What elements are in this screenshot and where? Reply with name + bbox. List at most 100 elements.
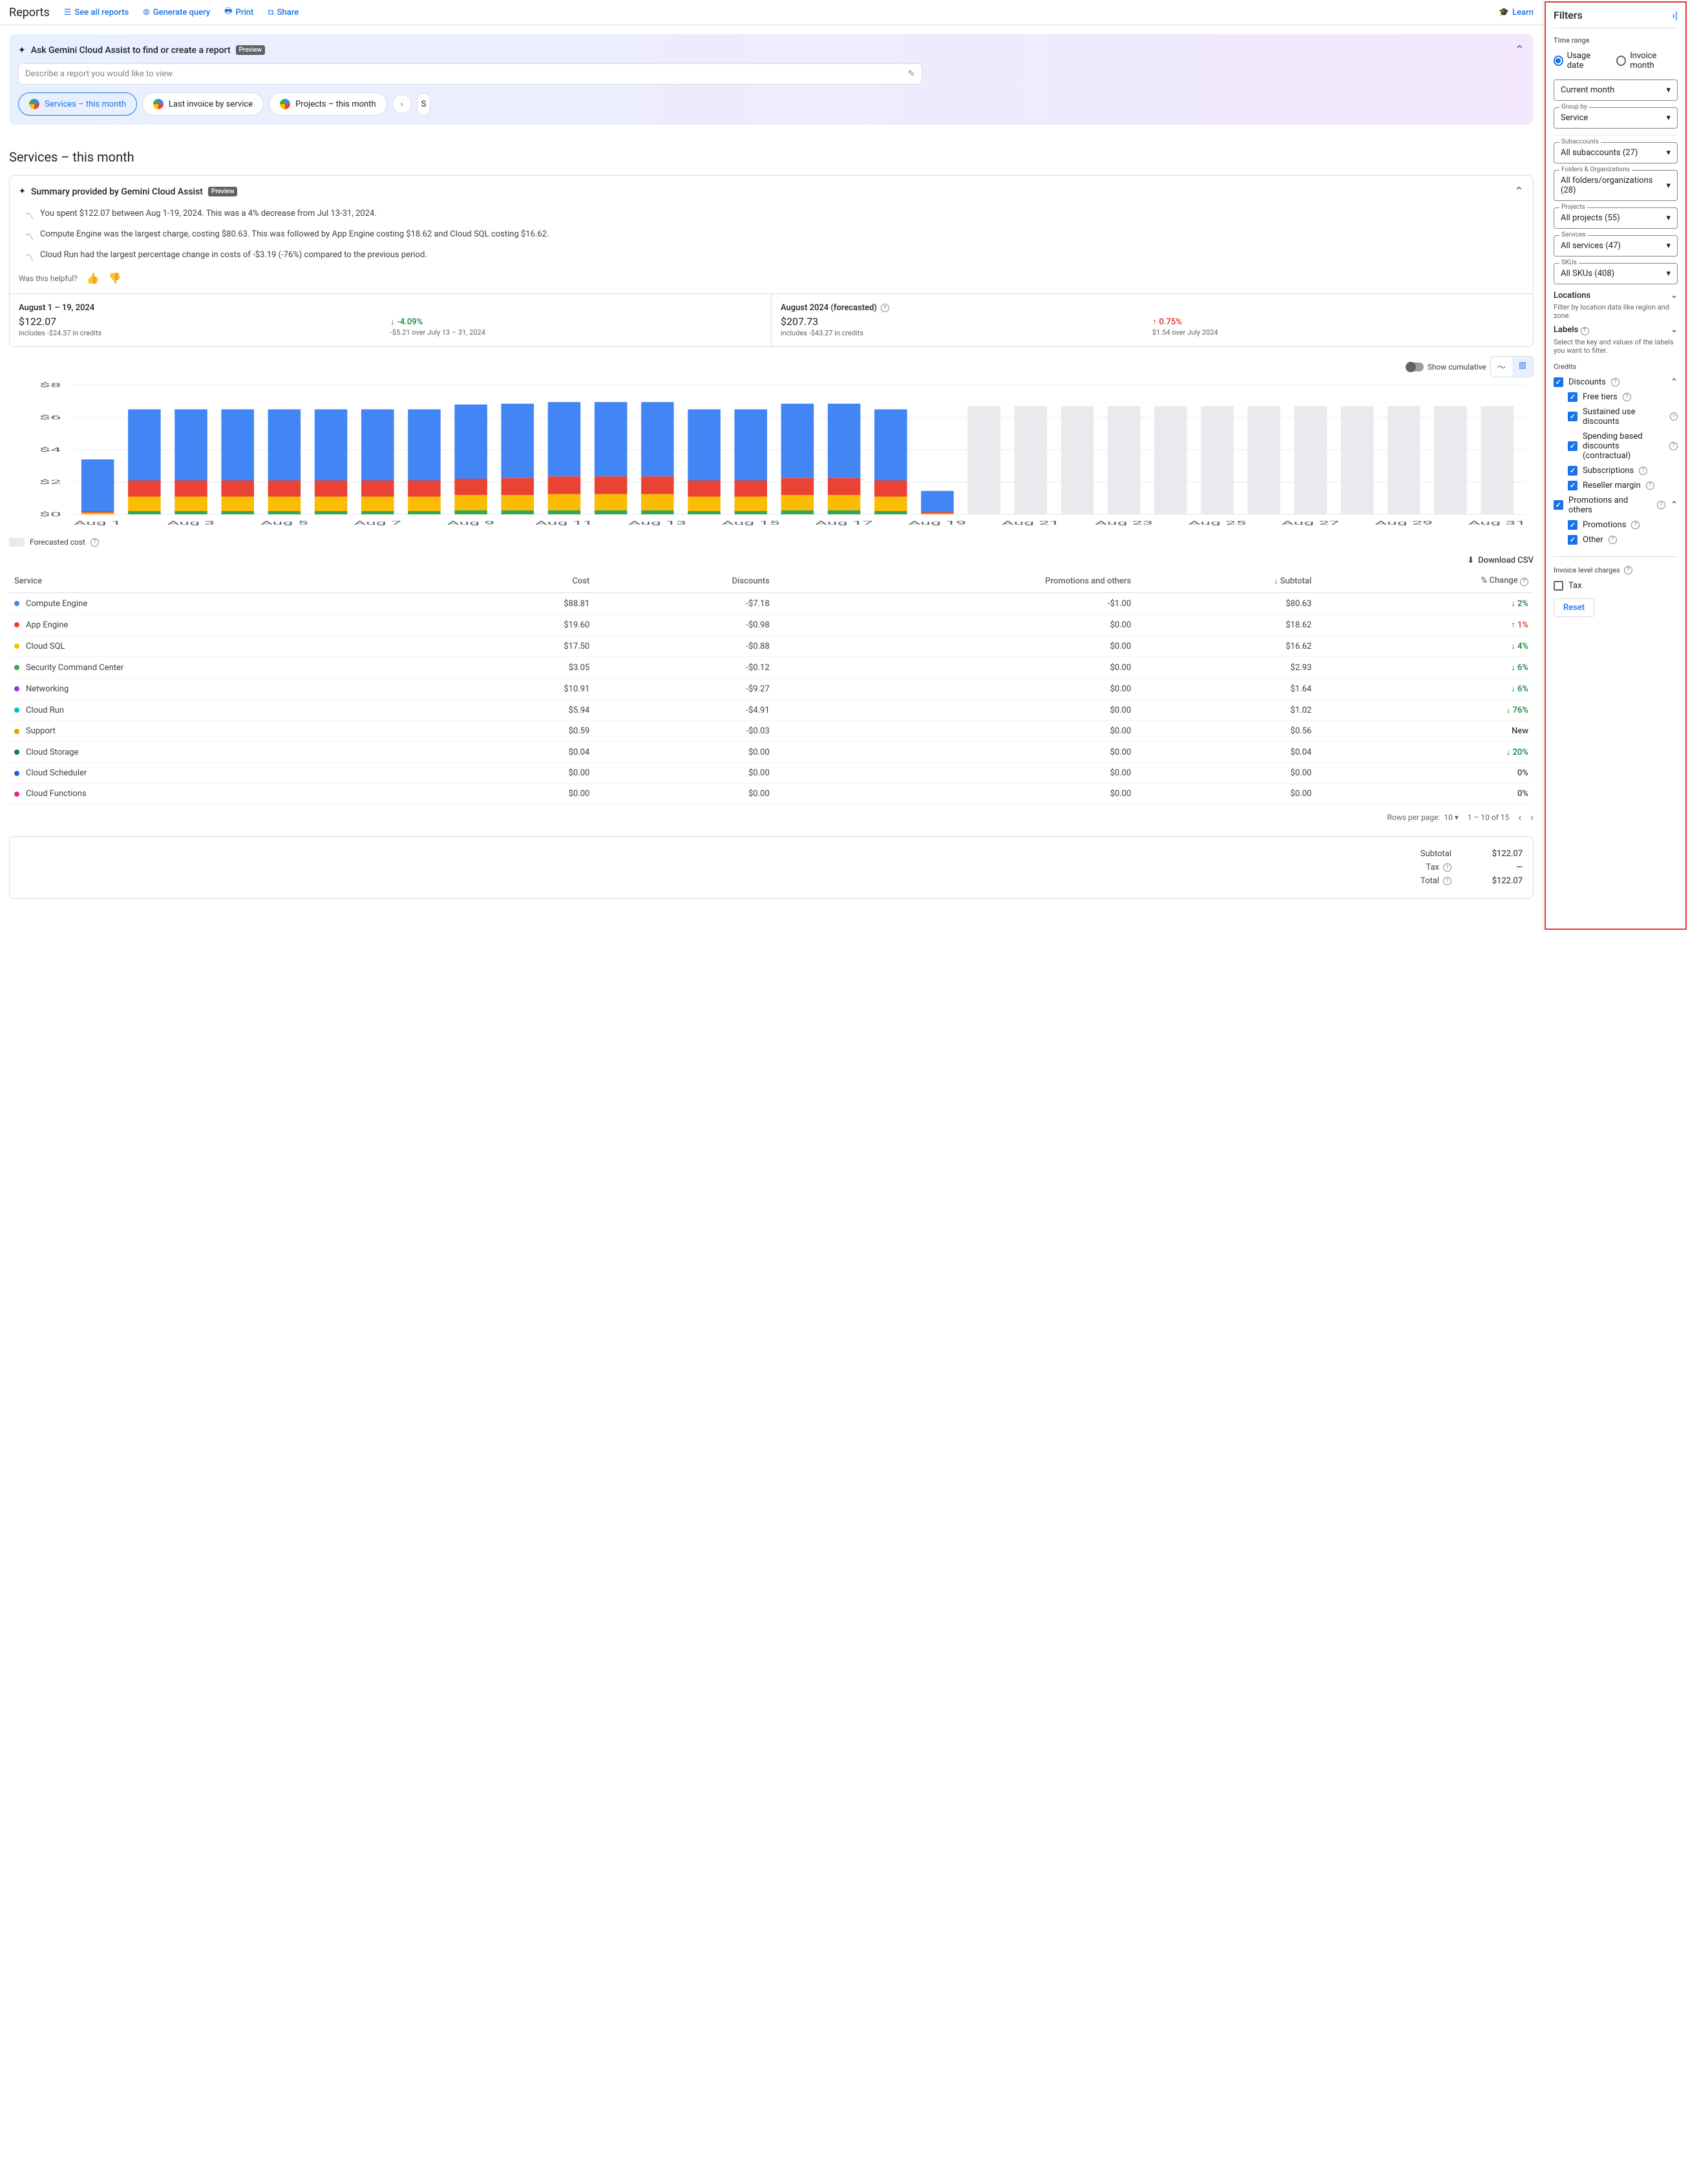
table-row[interactable]: Cloud Storage $0.04$0.00$0.00$0.04 ↓ 20% bbox=[9, 742, 1534, 763]
chip-partial[interactable]: S bbox=[417, 93, 431, 116]
thumbs-down-icon[interactable]: 👎 bbox=[109, 272, 121, 284]
rows-per-page-select[interactable]: 10 ▾ bbox=[1444, 813, 1459, 822]
help-icon[interactable]: ? bbox=[1443, 863, 1451, 872]
chevron-down-icon[interactable]: ⌄ bbox=[1671, 325, 1678, 335]
locations-heading[interactable]: Locations bbox=[1554, 291, 1590, 300]
tax-check[interactable]: Tax bbox=[1554, 578, 1678, 593]
prev-page-button[interactable]: ‹ bbox=[1518, 811, 1521, 823]
free-tiers-check[interactable]: Free tiers ? bbox=[1554, 390, 1678, 404]
time-range-select[interactable]: Current month▾ bbox=[1554, 79, 1678, 101]
group-by-select[interactable]: Group byService▾ bbox=[1554, 107, 1678, 129]
help-icon[interactable]: ? bbox=[1669, 442, 1678, 450]
subtotal-label: Subtotal bbox=[1393, 849, 1451, 859]
svg-text:$4: $4 bbox=[39, 446, 62, 453]
collapse-icon[interactable]: ⌃ bbox=[1515, 43, 1524, 57]
svg-text:Aug 15: Aug 15 bbox=[722, 520, 780, 526]
help-icon[interactable]: ? bbox=[1646, 481, 1654, 490]
usage-date-radio[interactable]: Usage date bbox=[1554, 48, 1605, 73]
table-header[interactable]: Service bbox=[9, 569, 459, 593]
line-chart-button[interactable]: 〜 bbox=[1491, 357, 1512, 377]
bar-chart-button[interactable]: ▥ bbox=[1512, 357, 1533, 377]
generate-query-link[interactable]: ⦾ Generate query bbox=[143, 8, 210, 17]
subaccounts-select[interactable]: SubaccountsAll subaccounts (27)▾ bbox=[1554, 142, 1678, 163]
help-icon[interactable]: ? bbox=[1624, 566, 1632, 574]
help-icon[interactable]: ? bbox=[90, 538, 99, 547]
help-icon[interactable]: ? bbox=[1609, 536, 1617, 544]
help-icon[interactable]: ? bbox=[1631, 521, 1640, 529]
chip-last-invoice[interactable]: Last invoice by service bbox=[142, 92, 264, 116]
gemini-prompt-input[interactable]: Describe a report you would like to view… bbox=[18, 63, 922, 85]
help-icon[interactable]: ? bbox=[1639, 467, 1647, 475]
invoice-month-radio[interactable]: Invoice month bbox=[1616, 48, 1678, 73]
see-all-reports-link[interactable]: ☰ See all reports bbox=[64, 8, 129, 17]
promotions-others-check[interactable]: Promotions and others ?⌃ bbox=[1554, 493, 1678, 518]
svg-text:Aug 1: Aug 1 bbox=[74, 520, 121, 526]
help-icon[interactable]: ? bbox=[1443, 877, 1451, 885]
chip-projects-this-month[interactable]: Projects – this month bbox=[269, 92, 387, 116]
reseller-check[interactable]: Reseller margin ? bbox=[1554, 478, 1678, 493]
table-header[interactable]: Promotions and others bbox=[775, 569, 1136, 593]
trend-icon: 〽 bbox=[25, 230, 34, 242]
table-row[interactable]: Networking $10.91-$9.27$0.00$1.64 ↓ 6% bbox=[9, 678, 1534, 700]
report-title: Services – this month bbox=[9, 149, 1534, 165]
table-row[interactable]: Cloud Run $5.94-$4.91$0.00$1.02 ↓ 76% bbox=[9, 700, 1534, 721]
table-header[interactable]: Discounts bbox=[595, 569, 774, 593]
discounts-check[interactable]: Discounts ?⌃ bbox=[1554, 375, 1678, 390]
help-icon[interactable]: ? bbox=[1657, 501, 1665, 509]
table-header[interactable]: % Change ? bbox=[1316, 569, 1534, 593]
summary-item: You spent $122.07 between Aug 1-19, 2024… bbox=[40, 209, 377, 222]
labels-heading[interactable]: Labels ? bbox=[1554, 325, 1589, 335]
chip-scroll-right[interactable]: › bbox=[392, 94, 412, 114]
google-logo-icon bbox=[280, 99, 290, 109]
reset-button[interactable]: Reset bbox=[1554, 598, 1594, 617]
services-table: ServiceCostDiscountsPromotions and other… bbox=[9, 569, 1534, 804]
next-page-button[interactable]: › bbox=[1530, 811, 1534, 823]
table-row[interactable]: Support $0.59-$0.03$0.00$0.56 New bbox=[9, 721, 1534, 742]
table-header[interactable]: Cost bbox=[459, 569, 595, 593]
services-select[interactable]: ServicesAll services (47)▾ bbox=[1554, 235, 1678, 257]
folders-select[interactable]: Folders & OrganizationsAll folders/organ… bbox=[1554, 170, 1678, 201]
help-icon[interactable]: ? bbox=[1611, 378, 1619, 386]
help-icon[interactable]: ? bbox=[1670, 412, 1678, 421]
chevron-up-icon[interactable]: ⌃ bbox=[1671, 500, 1678, 510]
chip-services-this-month[interactable]: Services – this month bbox=[18, 92, 137, 116]
spending-check[interactable]: Spending based discounts (contractual) ? bbox=[1554, 429, 1678, 463]
google-logo-icon bbox=[153, 99, 164, 109]
table-row[interactable]: Cloud SQL $17.50-$0.88$0.00$16.62 ↓ 4% bbox=[9, 636, 1534, 657]
table-row[interactable]: Cloud Scheduler $0.00$0.00$0.00$0.00 0% bbox=[9, 763, 1534, 784]
current-value: $122.07 bbox=[19, 315, 390, 328]
print-link[interactable]: 🖶 Print bbox=[224, 5, 253, 19]
pencil-icon: ✎ bbox=[908, 69, 915, 79]
learn-link[interactable]: 🎓 Learn bbox=[1499, 8, 1534, 17]
projects-select[interactable]: ProjectsAll projects (55)▾ bbox=[1554, 207, 1678, 229]
cumulative-toggle[interactable]: Show cumulative bbox=[1407, 362, 1486, 372]
collapse-icon[interactable]: ⌃ bbox=[1514, 185, 1524, 198]
table-row[interactable]: Security Command Center $3.05-$0.12$0.00… bbox=[9, 657, 1534, 678]
promotions-check[interactable]: Promotions ? bbox=[1554, 518, 1678, 532]
chevron-down-icon: ▾ bbox=[1666, 213, 1671, 223]
credits-label: Credits bbox=[1554, 362, 1678, 371]
share-link[interactable]: ⧉ Share bbox=[268, 8, 299, 17]
thumbs-up-icon[interactable]: 👍 bbox=[87, 272, 100, 284]
chevron-down-icon: ▾ bbox=[1666, 241, 1671, 251]
sustained-check[interactable]: Sustained use discounts ? bbox=[1554, 404, 1678, 429]
chevron-up-icon[interactable]: ⌃ bbox=[1671, 377, 1678, 387]
table-row[interactable]: App Engine $19.60-$0.98$0.00$18.62 ↑ 1% bbox=[9, 614, 1534, 636]
table-header[interactable]: ↓ Subtotal bbox=[1136, 569, 1316, 593]
subscriptions-check[interactable]: Subscriptions ? bbox=[1554, 463, 1678, 478]
other-check[interactable]: Other ? bbox=[1554, 532, 1678, 547]
forecast-range: August 2024 (forecasted) ? bbox=[781, 303, 1152, 313]
trend-icon: 〽 bbox=[25, 251, 34, 263]
download-csv-link[interactable]: ⬇ Download CSV bbox=[9, 556, 1534, 565]
help-icon[interactable]: ? bbox=[881, 304, 889, 312]
chevron-down-icon[interactable]: ⌄ bbox=[1671, 291, 1678, 300]
svg-text:Aug 13: Aug 13 bbox=[629, 520, 687, 526]
help-icon[interactable]: ? bbox=[1623, 393, 1631, 401]
preview-badge: Preview bbox=[208, 187, 237, 196]
help-icon[interactable]: ? bbox=[1581, 327, 1589, 335]
table-row[interactable]: Compute Engine $88.81-$7.18-$1.00$80.63 … bbox=[9, 593, 1534, 614]
skus-select[interactable]: SKUsAll SKUs (408)▾ bbox=[1554, 263, 1678, 284]
svg-text:Aug 5: Aug 5 bbox=[260, 520, 308, 526]
table-row[interactable]: Cloud Functions $0.00$0.00$0.00$0.00 0% bbox=[9, 784, 1534, 804]
expand-icon[interactable]: ›| bbox=[1672, 9, 1678, 21]
